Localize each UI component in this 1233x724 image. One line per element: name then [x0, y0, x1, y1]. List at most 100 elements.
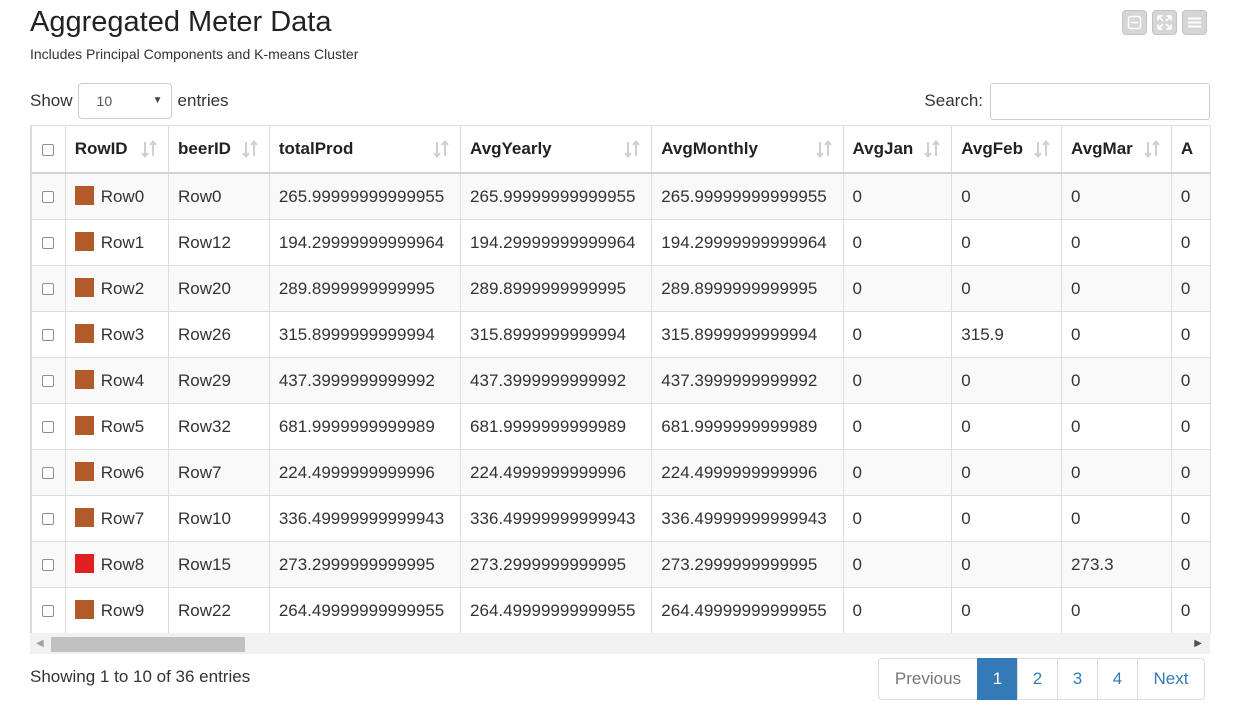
column-header-avgfeb[interactable]: AvgFeb	[951, 125, 1063, 174]
cell-avgyearly: 315.8999999999994	[460, 311, 653, 358]
cell-value: 0	[852, 600, 862, 620]
cell-avgfeb: 0	[951, 219, 1063, 266]
cell-beerid: Row26	[168, 311, 270, 358]
next-page-button[interactable]: Next	[1137, 658, 1205, 700]
column-header-avgjan[interactable]: AvgJan	[842, 125, 953, 174]
cell-value: 681.9999999999989	[278, 416, 435, 436]
cell-avgjan: 0	[842, 219, 953, 266]
column-header-rowid[interactable]: RowID	[64, 125, 170, 174]
cell-value: 264.49999999999955	[278, 600, 445, 620]
sort-icon	[242, 139, 258, 159]
menu-icon	[1188, 17, 1201, 28]
cell-avgyearly: 265.99999999999955	[460, 172, 653, 220]
cell-value: 0	[1180, 508, 1191, 528]
scroll-right-arrow-icon[interactable]: ▶	[1194, 638, 1202, 649]
cell-rowid: Row2	[64, 265, 170, 312]
column-header-label: A	[1180, 139, 1194, 158]
scroll-left-arrow-icon[interactable]: ◀	[36, 638, 44, 649]
row-checkbox[interactable]	[42, 559, 55, 572]
table-row[interactable]: Row6 Row7 224.4999999999996 224.49999999999…	[31, 449, 1211, 496]
sort-icon	[924, 139, 941, 159]
cell-avgapr: 0	[1170, 449, 1211, 496]
cell-avgjan: 0	[842, 449, 953, 496]
row-checkbox[interactable]	[42, 283, 55, 296]
cell-avgmonthly: 289.8999999999995	[651, 265, 844, 312]
page-button-3[interactable]: 3	[1057, 658, 1098, 700]
page-title: Aggregated Meter Data	[30, 6, 332, 38]
cell-avgfeb: 0	[951, 357, 1063, 404]
row-checkbox[interactable]	[42, 375, 55, 388]
cell-value: Row29	[178, 370, 231, 390]
page-button-4[interactable]: 4	[1097, 658, 1138, 700]
entries-length-control: Show 10 ▼ entries	[30, 82, 229, 120]
column-header-beerid[interactable]: beerID	[168, 125, 270, 174]
fullscreen-button[interactable]	[1152, 10, 1177, 35]
page-button-2[interactable]: 2	[1017, 658, 1058, 700]
cell-value: 0	[852, 278, 862, 298]
cell-value: 0	[1071, 232, 1081, 252]
column-header-avgmar[interactable]: AvgMar	[1061, 125, 1172, 174]
row-checkbox[interactable]	[42, 605, 55, 618]
cell-value: 0	[852, 462, 862, 482]
table-body: Row0 Row0 265.99999999999955 265.9999999999…	[31, 172, 1211, 634]
row-checkbox[interactable]	[42, 191, 55, 204]
table-row[interactable]: Row0 Row0 265.99999999999955 265.9999999999…	[31, 172, 1211, 220]
search-input[interactable]	[990, 82, 1210, 120]
cell-avgapr: 0	[1170, 403, 1211, 450]
cell-avgmonthly: 194.29999999999964	[651, 219, 844, 266]
column-header-partial[interactable]: A	[1170, 125, 1211, 174]
select-all-checkbox[interactable]	[42, 143, 55, 156]
row-checkbox[interactable]	[42, 237, 55, 250]
table-row[interactable]: Row5 Row32 681.9999999999989 681.9999999999…	[31, 403, 1211, 450]
table-row[interactable]: Row1 Row12 194.29999999999964 194.299999999…	[31, 219, 1211, 266]
row-checkbox[interactable]	[42, 467, 55, 480]
cell-avgmar: 0	[1061, 172, 1172, 220]
cell-value: 265.99999999999955	[470, 186, 636, 206]
cell-beerid: Row20	[168, 265, 270, 312]
table-row[interactable]: Row9 Row22 264.49999999999955 264.499999999…	[31, 587, 1211, 634]
cell-avgmonthly: 224.4999999999996	[651, 449, 844, 496]
column-header-label: AvgJan	[852, 139, 914, 158]
cell-value: 315.8999999999994	[470, 324, 627, 344]
column-header-totalprod[interactable]: totalProd	[268, 125, 462, 174]
cell-avgjan: 0	[842, 357, 953, 404]
table-row[interactable]: Row2 Row20 289.8999999999995 289.8999999999…	[31, 265, 1211, 312]
cell-beerid: Row29	[168, 357, 270, 404]
cell-value: Row10	[178, 508, 231, 528]
column-header-avgyearly[interactable]: AvgYearly	[460, 125, 653, 174]
cluster-color-swatch	[74, 370, 94, 389]
cell-value: 437.3999999999992	[661, 370, 818, 390]
horizontal-scrollbar[interactable]: ◀ ▶	[30, 633, 1210, 654]
row-checkbox[interactable]	[42, 329, 55, 342]
entries-per-page-select[interactable]: 10 ▼	[77, 83, 172, 119]
table-row[interactable]: Row4 Row29 437.3999999999992 437.3999999999…	[31, 357, 1211, 404]
cell-value: Row9	[100, 601, 145, 620]
row-checkbox[interactable]	[42, 421, 55, 434]
row-checkbox[interactable]	[42, 513, 55, 526]
cell-value: Row22	[178, 600, 231, 620]
cell-value: 0	[1071, 370, 1081, 390]
table-row[interactable]: Row8 Row15 273.2999999999995 273.2999999999…	[31, 541, 1211, 588]
table-row[interactable]: Row7 Row10 336.49999999999943 336.499999999…	[31, 495, 1211, 542]
table-row[interactable]: Row3 Row26 315.8999999999994 315.8999999999…	[31, 311, 1211, 358]
cell-value: 437.3999999999992	[278, 370, 435, 390]
cell-value: 0	[852, 554, 862, 574]
previous-page-button[interactable]: Previous	[878, 658, 978, 700]
cluster-color-swatch	[74, 600, 94, 619]
cell-avgmonthly: 273.2999999999995	[651, 541, 844, 588]
cell-totalprod: 273.2999999999995	[268, 541, 462, 588]
cell-avgjan: 0	[842, 172, 953, 220]
cell-value: 0	[1180, 600, 1191, 620]
page-button-1[interactable]: 1	[977, 658, 1018, 700]
cell-value: 0	[961, 232, 971, 252]
cell-value: 315.8999999999994	[661, 324, 818, 344]
sort-icon	[1144, 139, 1160, 159]
collapse-button[interactable]	[1122, 10, 1147, 35]
cell-avgmar: 0	[1061, 449, 1172, 496]
menu-button[interactable]	[1182, 10, 1207, 35]
scrollbar-thumb[interactable]	[51, 637, 245, 652]
cell-avgmar: 0	[1061, 587, 1172, 634]
column-header-avgmonthly[interactable]: AvgMonthly	[651, 125, 844, 174]
entries-label: entries	[177, 91, 229, 110]
row-select-cell	[31, 265, 66, 312]
